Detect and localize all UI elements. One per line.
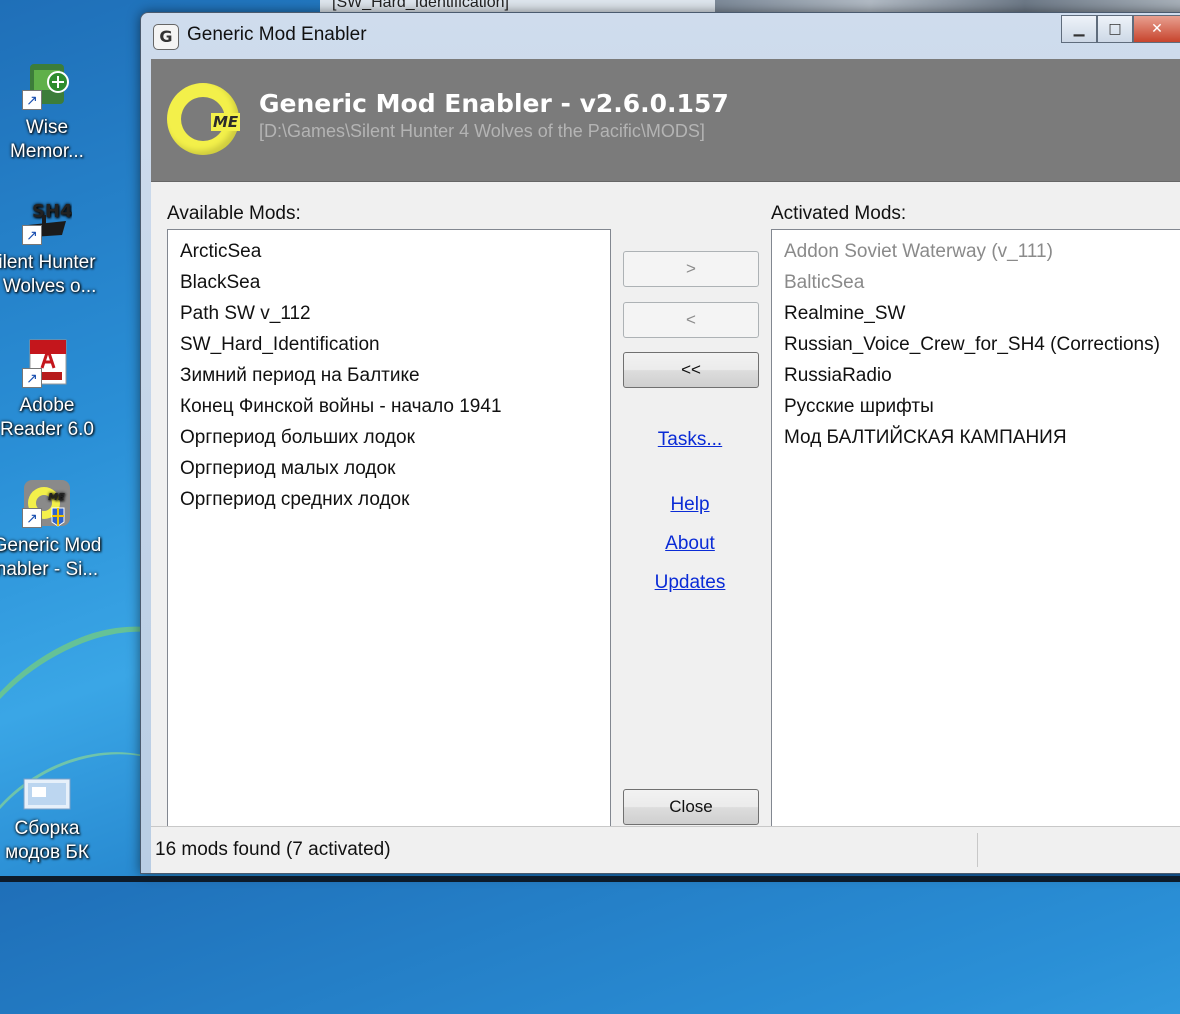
app-title-icon[interactable]: G (153, 24, 179, 50)
status-bar: 16 mods found (7 activated) (151, 826, 1180, 873)
header-banner: ME Generic Mod Enabler - v2.6.0.157 [D:\… (151, 59, 1180, 182)
desktop-icon-label: Сборка модов БК (5, 818, 89, 863)
desktop-icon-mod-folder[interactable]: Сборка модов БК (0, 777, 106, 865)
silent-hunter-icon: SH4 ↗ (22, 195, 73, 245)
activated-mod-item[interactable]: RussiaRadio (772, 360, 1180, 391)
gme-shortcut-icon: ME ↗ (22, 478, 72, 528)
background-window-title[interactable]: [SW_Hard_Identification] (332, 0, 509, 12)
window-title: Generic Mod Enabler (187, 24, 367, 45)
wise-memory-icon: ↗ (22, 60, 72, 110)
mods-path: [D:\Games\Silent Hunter 4 Wolves of the … (259, 121, 705, 141)
desktop-icon-label: Adobe Reader 6.0 (0, 395, 94, 440)
available-mod-item[interactable]: Конец Финской войны - начало 1941 (168, 391, 610, 422)
shortcut-arrow-icon: ↗ (22, 225, 42, 245)
close-button[interactable]: Close (623, 789, 759, 825)
available-mod-item[interactable]: ArcticSea (168, 236, 610, 267)
desktop-icon-silent-hunter[interactable]: SH4 ↗ ilent Hunter Wolves o... (0, 195, 106, 299)
available-mods-label: Available Mods: (167, 203, 301, 224)
close-window-button[interactable]: ✕ (1133, 15, 1180, 43)
shortcut-arrow-icon: ↗ (22, 508, 42, 528)
activated-mod-item[interactable]: Мод БАЛТИЙСКАЯ КАМПАНИЯ (772, 422, 1180, 453)
available-mod-item[interactable]: Path SW v_112 (168, 298, 610, 329)
logo-me-text: ME (211, 113, 241, 131)
available-mod-item[interactable]: SW_Hard_Identification (168, 329, 610, 360)
adobe-reader-icon: ↗ (22, 338, 72, 388)
available-mod-item[interactable]: Оргпериод средних лодок (168, 484, 610, 515)
window-controls: ▁ □ ✕ (1061, 15, 1180, 43)
desktop-icon-generic-mod-enabler[interactable]: ME ↗ Generic Mod nabler - Si... (0, 478, 106, 582)
window-titlebar[interactable]: G Generic Mod Enabler ▁ □ ✕ (141, 13, 1180, 57)
activated-mod-item[interactable]: Realmine_SW (772, 298, 1180, 329)
svg-text:SH4: SH4 (32, 201, 72, 222)
minimize-button[interactable]: ▁ (1061, 15, 1097, 43)
gme-logo: ME (167, 83, 243, 155)
desktop-icon-label: Generic Mod nabler - Si... (0, 535, 102, 580)
activated-mod-item[interactable]: Russian_Voice_Crew_for_SH4 (Corrections) (772, 329, 1180, 360)
activated-mod-item[interactable]: BalticSea (772, 267, 1180, 298)
activated-mod-item[interactable]: Русские шрифты (772, 391, 1180, 422)
available-mod-item[interactable]: Зимний период на Балтике (168, 360, 610, 391)
activated-mods-list[interactable]: Addon Soviet Waterway (v_111) BalticSea Re… (771, 229, 1180, 827)
tasks-link[interactable]: Tasks... (623, 429, 757, 451)
activated-mods-label: Activated Mods: (771, 203, 907, 224)
shortcut-arrow-icon: ↗ (22, 368, 42, 388)
available-mod-item[interactable]: Оргпериод больших лодок (168, 422, 610, 453)
desktop-icon-label: ilent Hunter Wolves o... (0, 252, 97, 297)
window-client-area: ME Generic Mod Enabler - v2.6.0.157 [D:\… (151, 59, 1180, 873)
svg-text:ME: ME (48, 492, 65, 503)
available-mod-item[interactable]: BlackSea (168, 267, 610, 298)
activate-button[interactable]: > (623, 251, 759, 287)
taskbar[interactable] (0, 876, 1180, 882)
status-separator (977, 833, 978, 867)
deactivate-all-button[interactable]: << (623, 352, 759, 388)
gme-window: G Generic Mod Enabler ▁ □ ✕ ME Generic M… (140, 12, 1180, 874)
updates-link[interactable]: Updates (623, 572, 757, 594)
about-link[interactable]: About (623, 533, 757, 555)
available-mod-item[interactable]: Оргпериод малых лодок (168, 453, 610, 484)
shortcut-arrow-icon: ↗ (22, 90, 42, 110)
deactivate-button[interactable]: < (623, 302, 759, 338)
desktop-icon-label: Wise Memor... (10, 117, 84, 162)
desktop-icon-adobe-reader[interactable]: ↗ Adobe Reader 6.0 (0, 338, 106, 442)
status-text: 16 mods found (7 activated) (155, 839, 391, 860)
folder-image-icon (22, 777, 72, 811)
available-mods-list[interactable]: ArcticSea BlackSea Path SW v_112 SW_Hard_Id… (167, 229, 611, 827)
maximize-button[interactable]: □ (1097, 15, 1133, 43)
desktop-icon-wise-memory[interactable]: ↗ Wise Memor... (0, 60, 106, 164)
app-version-title: Generic Mod Enabler - v2.6.0.157 (259, 89, 729, 118)
activated-mod-item[interactable]: Addon Soviet Waterway (v_111) (772, 236, 1180, 267)
help-link[interactable]: Help (623, 494, 757, 516)
